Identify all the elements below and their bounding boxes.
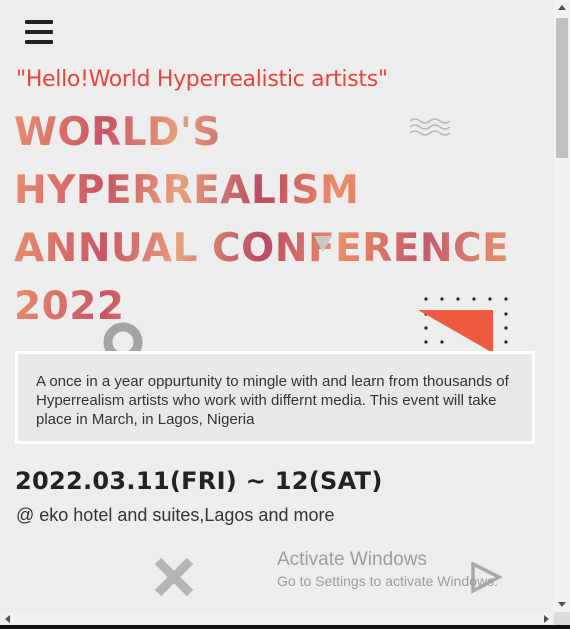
hero-title-line: WORLD'S (14, 104, 534, 162)
waves-icon (409, 118, 451, 136)
chevron-down-icon (314, 236, 332, 252)
vertical-scrollbar[interactable] (554, 0, 570, 612)
ring-icon (103, 322, 143, 354)
activate-windows-watermark: Activate Windows Go to Settings to activ… (277, 549, 498, 589)
hero-title-line: ANNUAL CONFERENCE (14, 220, 534, 278)
window-bottom-edge (0, 625, 570, 629)
watermark-title: Activate Windows (277, 549, 427, 570)
event-date: 2022.03.11(FRI) ~ 12(SAT) (15, 467, 383, 495)
scroll-up-icon[interactable] (558, 5, 566, 10)
hamburger-menu-icon[interactable] (25, 20, 53, 46)
vertical-scroll-thumb[interactable] (556, 18, 568, 158)
scrollbar-corner (554, 612, 570, 625)
triangle-icon (418, 310, 493, 353)
watermark-subtitle: Go to Settings to activate Windows. (277, 573, 498, 589)
description-text: A once in a year oppurtunity to mingle w… (36, 373, 509, 428)
scroll-down-icon[interactable] (558, 602, 566, 607)
hero-title-line: HYPERREALISM (14, 162, 534, 220)
scroll-left-icon[interactable] (5, 615, 10, 623)
event-venue: @ eko hotel and suites,Lagos and more (16, 505, 335, 525)
description-box: A once in a year oppurtunity to mingle w… (15, 351, 535, 444)
horizontal-scrollbar[interactable] (0, 612, 554, 625)
x-mark-icon (154, 557, 194, 597)
scroll-right-icon[interactable] (544, 615, 549, 623)
hero-tagline: "Hello!World Hyperrealistic artists" (16, 67, 388, 92)
page: "Hello!World Hyperrealistic artists" WOR… (0, 0, 554, 612)
